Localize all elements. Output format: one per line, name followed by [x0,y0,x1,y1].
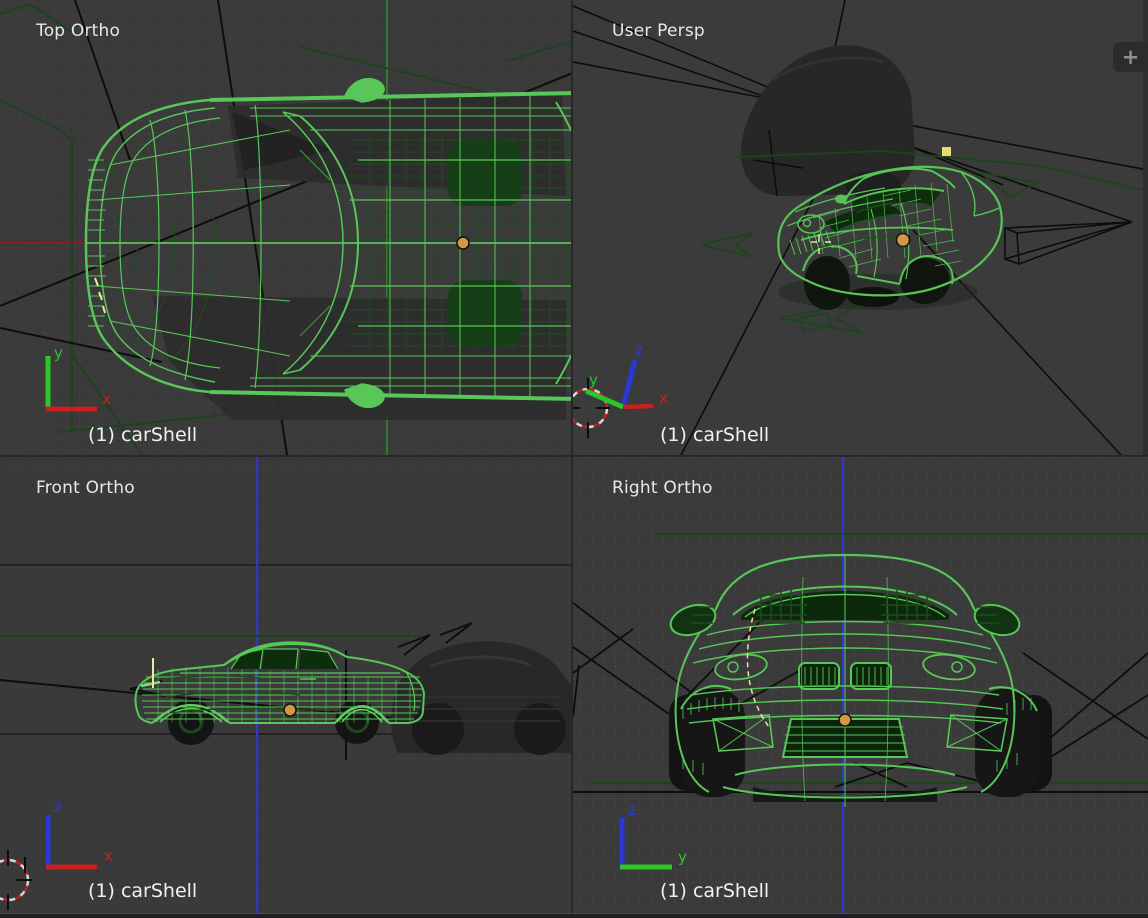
gizmo-up-label: z [54,798,62,816]
axis-gizmo-front: z x [46,798,113,867]
gizmo-up-label: z [628,801,636,819]
viewport-user-persp[interactable]: z y x + User Persp (1) carShell [573,0,1148,455]
plus-icon: + [1122,45,1140,69]
gizmo-right-label: x [104,847,113,865]
viewport-divider-horizontal[interactable] [0,455,1148,457]
gizmo-right-label: x [102,390,111,408]
object-origin-dot[interactable] [457,237,469,249]
top-ortho-scene: y x [0,0,571,455]
silhouette-car-persp[interactable] [741,45,915,199]
axis-gizmo-top: y x [46,344,111,409]
object-origin-dot[interactable] [897,234,910,247]
viewport-name-label: Top Ortho [36,21,120,41]
viewport-divider-vertical[interactable] [571,0,573,918]
viewport-name-label: Front Ortho [36,478,135,498]
active-object-label: (1) carShell [88,424,197,446]
viewport-name-label: User Persp [612,21,705,41]
user-persp-scene: z y x [573,0,1148,455]
active-object-label: (1) carShell [660,424,769,446]
viewport-name-label: Right Ortho [612,478,713,498]
gizmo-up-label: z [635,341,643,359]
viewport-top-ortho[interactable]: y x Top Ortho (1) carShell [0,0,571,455]
gizmo-up-label: y [54,344,63,362]
axis-gizmo-persp: z y x [586,341,668,407]
camera-frustum-lines [573,603,1148,787]
gizmo-right-label: y [678,848,687,866]
gizmo-right-label: x [659,389,668,407]
axis-gizmo-right: z y [620,801,687,867]
carshell-wireframe-side[interactable] [135,642,424,745]
lamp-point[interactable] [942,147,951,156]
3d-cursor [0,850,32,910]
active-object-label: (1) carShell [88,880,197,902]
right-ortho-scene: z y [573,457,1148,918]
active-object-label: (1) carShell [660,880,769,902]
expand-region-button[interactable]: + [1113,42,1148,72]
carshell-wireframe-front[interactable] [667,555,1052,807]
silhouette-car-side[interactable] [391,641,571,755]
gizmo-depth-label: y [589,371,598,389]
viewport-right-ortho[interactable]: z y Right Ortho (1) carShell [573,457,1148,918]
blender-quad-view: y x Top Ortho (1) carShell [0,0,1148,918]
object-origin-dot[interactable] [839,714,851,726]
front-ortho-scene: z x [0,457,571,918]
viewport-front-ortho[interactable]: z x Front Ortho (1) carShell [0,457,571,918]
window-bottom-edge [0,913,1148,918]
object-origin-dot[interactable] [284,704,296,716]
